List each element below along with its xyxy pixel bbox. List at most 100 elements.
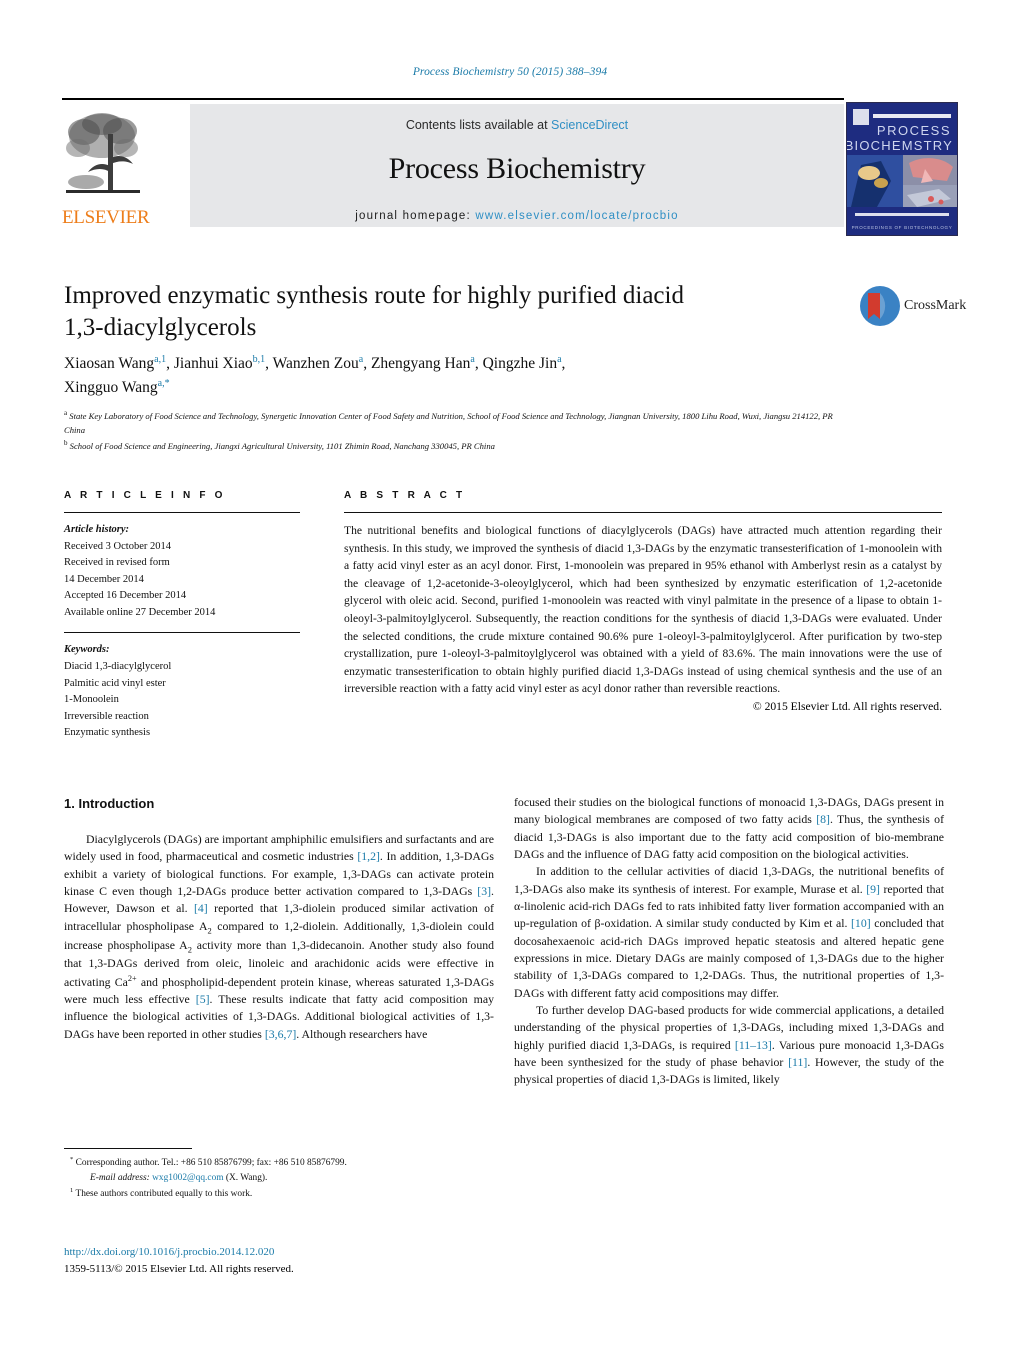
journal-masthead: ELSEVIER Contents lists available at Sci… (62, 98, 958, 236)
footnote-corresponding: * Corresponding author. Tel.: +86 510 85… (64, 1155, 494, 1171)
citation-ref[interactable]: [8] (816, 812, 830, 826)
footnote-marker-1: 1 (70, 1187, 74, 1195)
author-item: Qingzhe Jina (482, 354, 562, 373)
abstract-copyright: © 2015 Elsevier Ltd. All rights reserved… (752, 700, 942, 714)
keyword-item: Enzymatic synthesis (64, 727, 151, 739)
doi-link[interactable]: http://dx.doi.org/10.1016/j.procbio.2014… (64, 1244, 494, 1261)
article-info-section: A R T I C L E I N F O Article history: R… (64, 490, 304, 742)
citation-ref[interactable]: [1,2] (357, 849, 380, 863)
equal-contribution-text: These authors contributed equally to thi… (75, 1189, 253, 1200)
citation-ref[interactable]: [4] (194, 901, 208, 915)
keywords-block: Keywords: Diacid 1,3-diacylglycerol Palm… (64, 642, 304, 741)
author-item: Jianhui Xiaob,1 (173, 354, 266, 373)
keyword-item: 1-Monoolein (64, 694, 119, 706)
citation-ref[interactable]: [3,6,7] (265, 1027, 296, 1041)
email-link[interactable]: wxg1002@qq.com (152, 1173, 223, 1183)
affiliation-text: School of Food Science and Engineering, … (69, 440, 495, 451)
article-page: Process Biochemistry 50 (2015) 388–394 E… (0, 0, 1020, 1351)
affiliation-text: State Key Laboratory of Food Science and… (64, 410, 833, 435)
affiliation-list: a State Key Laboratory of Food Science a… (64, 408, 854, 453)
elsevier-wordmark: ELSEVIER (62, 207, 150, 228)
page-title: Improved enzymatic synthesis route for h… (64, 280, 824, 343)
body-column-left: 1. Introduction Diacylglycerols (DAGs) a… (64, 794, 494, 1043)
author-name: Qingzhe Jin (482, 355, 558, 373)
keywords-rule (64, 632, 300, 634)
affiliation-item: b School of Food Science and Engineering… (64, 438, 854, 454)
footer-identifiers: http://dx.doi.org/10.1016/j.procbio.2014… (64, 1244, 494, 1277)
author-marks: a,1 (154, 354, 167, 365)
journal-banner: Contents lists available at ScienceDirec… (190, 104, 844, 227)
homepage-url-link[interactable]: www.elsevier.com/locate/procbio (475, 210, 678, 222)
crossmark-label: CrossMark (904, 298, 967, 313)
abstract-rule (344, 512, 942, 513)
elsevier-tree-icon (64, 106, 142, 204)
author-marks: a (557, 354, 562, 365)
citation-ref[interactable]: [11–13] (735, 1038, 772, 1052)
citation-ref[interactable]: [9] (866, 882, 880, 896)
svg-text:PROCESS: PROCESS (877, 123, 951, 138)
article-info-rule (64, 512, 300, 513)
history-item: Received 3 October 2014 (64, 540, 172, 552)
author-name: Xiaosan Wang (64, 355, 155, 373)
footnote-block: * Corresponding author. Tel.: +86 510 85… (64, 1148, 494, 1202)
contents-label: Contents lists available at (405, 118, 548, 132)
author-item: Wanzhen Zoua (273, 354, 364, 372)
article-info-heading: A R T I C L E I N F O (64, 490, 226, 501)
crossmark-badge[interactable]: CrossMark (858, 284, 966, 330)
article-history-block: Article history: Received 3 October 2014… (64, 522, 304, 621)
article-history-label: Article history: (64, 524, 130, 535)
elsevier-logo: ELSEVIER (62, 104, 150, 229)
footnote-email: E-mail address: wxg1002@qq.com (X. Wang)… (64, 1171, 494, 1186)
footnote-equal-contribution: 1 These authors contributed equally to t… (64, 1186, 494, 1202)
body-column-right: focused their studies on the biological … (514, 794, 944, 1089)
email-suffix: (X. Wang). (225, 1173, 268, 1184)
svg-text:PROCEEDINGS OF BIOTECHNOLOGY: PROCEEDINGS OF BIOTECHNOLOGY (852, 225, 953, 230)
contents-available-line: Contents lists available at ScienceDirec… (190, 118, 844, 132)
keyword-item: Irreversible reaction (64, 710, 149, 722)
author-name: Zhengyang Han (370, 355, 471, 373)
citation-ref[interactable]: [11] (788, 1055, 807, 1069)
author-marks: b,1 (252, 354, 266, 365)
keywords-label: Keywords: (64, 644, 110, 656)
intro-paragraph-right-2: In addition to the cellular activities o… (514, 864, 945, 1000)
title-line-1: Improved enzymatic synthesis route for h… (64, 282, 684, 309)
intro-paragraph-right-1: focused their studies on the biological … (514, 795, 944, 861)
intro-paragraph-right-3: To further develop DAG-based products fo… (514, 1002, 945, 1087)
affiliation-mark: b (64, 438, 68, 447)
author-marks: a,* (157, 377, 170, 389)
intro-paragraph-left: Diacylglycerols (DAGs) are important amp… (64, 832, 495, 1041)
author-name: Xingguo Wang (64, 378, 158, 396)
keyword-item: Palmitic acid vinyl ester (64, 677, 166, 689)
history-item: Available online 27 December 2014 (64, 606, 216, 618)
issn-copyright-line: 1359-5113/© 2015 Elsevier Ltd. All right… (64, 1262, 294, 1275)
masthead-rule (62, 98, 844, 100)
keyword-item: Diacid 1,3-diacylglycerol (64, 661, 172, 673)
footnote-rule (64, 1148, 192, 1150)
corresponding-author-text: Corresponding author. Tel.: +86 510 8587… (75, 1158, 347, 1169)
asterisk-marker: * (70, 1156, 74, 1164)
author-item: Xingguo Wanga,* (64, 377, 170, 396)
section-title: Introduction (78, 796, 155, 811)
title-line-2: 1,3-diacylglycerols (64, 313, 257, 341)
author-list: Xiaosan Wanga,1, Jianhui Xiaob,1, Wanzhe… (64, 354, 566, 396)
homepage-label: journal homepage: (355, 210, 471, 222)
history-item: 14 December 2014 (64, 573, 144, 585)
section-heading-introduction: 1. Introduction (64, 794, 494, 813)
history-item: Accepted 16 December 2014 (64, 590, 187, 602)
crossmark-icon (860, 286, 900, 326)
running-head: Process Biochemistry 50 (2015) 388–394 (412, 66, 608, 78)
email-label: E-mail address: (90, 1173, 150, 1184)
author-marks: a (358, 354, 364, 365)
affiliation-mark: a (64, 409, 68, 417)
author-marks: a (470, 354, 475, 365)
journal-cover-thumbnail: PROCESS BIOCHEMSTRY PROCEEDINGS OF BIOTE… (846, 102, 958, 236)
abstract-text: The nutritional benefits and biological … (344, 524, 942, 696)
section-number: 1. (64, 796, 75, 811)
citation-ref[interactable]: [3] (477, 884, 491, 898)
citation-ref[interactable]: [10] (851, 916, 871, 930)
sciencedirect-link[interactable]: ScienceDirect (551, 118, 628, 132)
citation-ref[interactable]: [5] (196, 992, 210, 1006)
abstract-heading: A B S T R A C T (344, 490, 466, 501)
author-name: Jianhui Xiao (173, 355, 253, 373)
author-item: Zhengyang Hana (370, 354, 475, 373)
